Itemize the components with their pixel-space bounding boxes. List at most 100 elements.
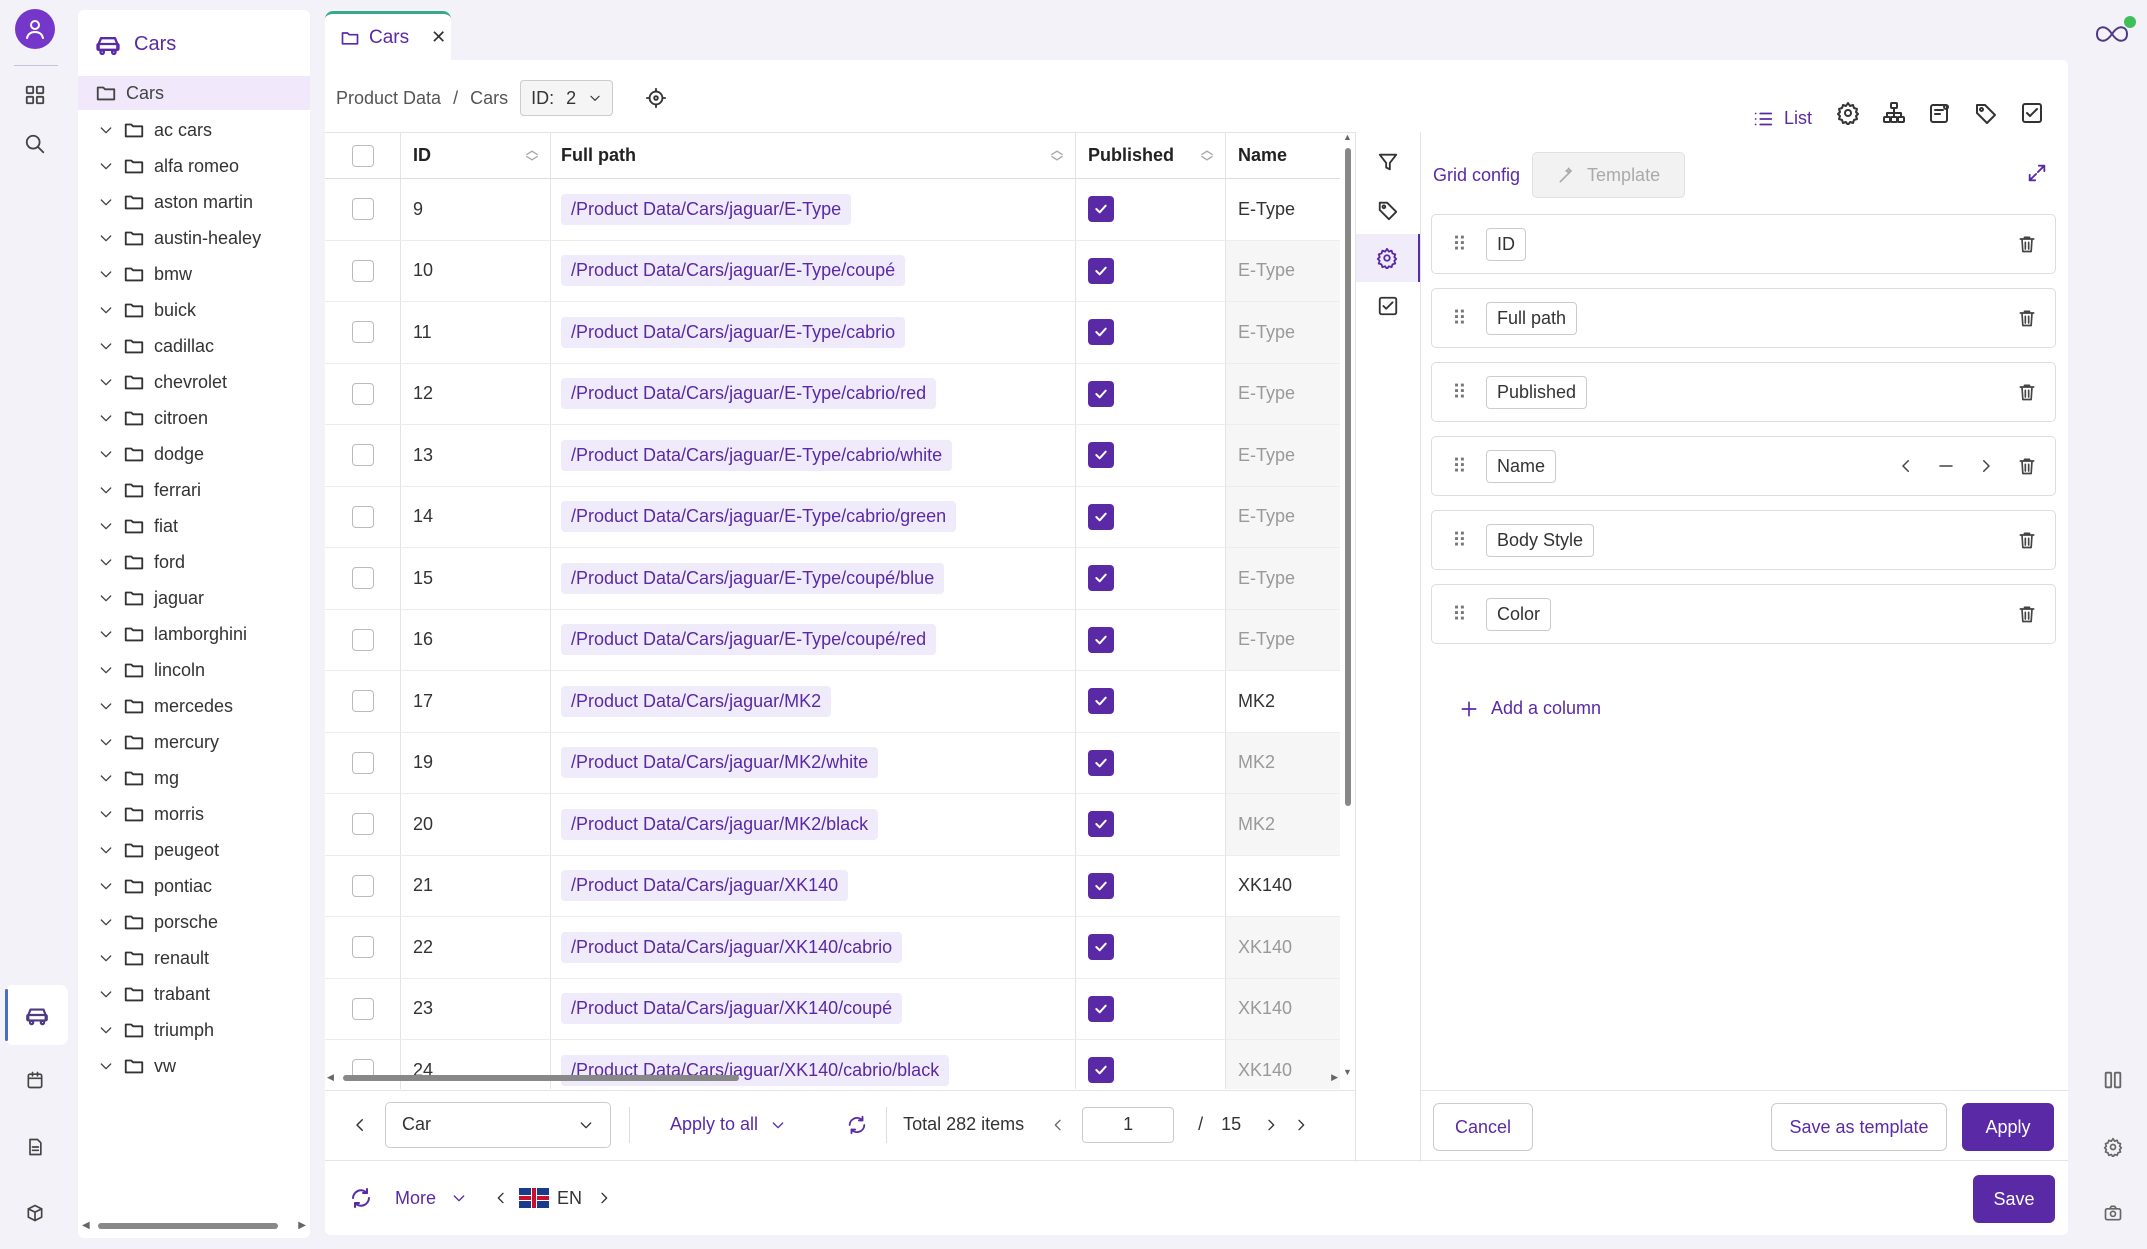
- tree-item[interactable]: dodge: [78, 436, 310, 472]
- column-header-name[interactable]: Name: [1226, 133, 1340, 178]
- path-link[interactable]: /Product Data/Cars/jaguar/MK2: [561, 685, 832, 717]
- id-selector[interactable]: ID: 2: [520, 80, 614, 116]
- path-link[interactable]: /Product Data/Cars/jaguar/XK140/cabrio: [561, 931, 903, 963]
- name-cell[interactable]: E-Type: [1226, 425, 1340, 486]
- table-row[interactable]: 10/Product Data/Cars/jaguar/E-Type/coupé…: [325, 240, 1340, 302]
- published-checkbox[interactable]: [1088, 257, 1114, 284]
- select-all-checkbox[interactable]: [351, 144, 374, 167]
- trash-icon[interactable]: [2017, 234, 2037, 254]
- chevron-down-icon[interactable]: [98, 698, 114, 714]
- chevron-right-icon[interactable]: [1977, 457, 1995, 475]
- chevron-right-icon[interactable]: [1263, 1117, 1279, 1133]
- chevron-down-icon[interactable]: [98, 770, 114, 786]
- chevron-down-icon[interactable]: [98, 374, 114, 390]
- table-row[interactable]: 19/Product Data/Cars/jaguar/MK2/white MK2: [325, 732, 1340, 794]
- chevron-down-icon[interactable]: [98, 446, 114, 462]
- chevron-down-icon[interactable]: [98, 302, 114, 318]
- tree-item[interactable]: lamborghini: [78, 616, 310, 652]
- chevron-right-icon[interactable]: [596, 1190, 612, 1206]
- save-as-template-button[interactable]: Save as template: [1771, 1103, 1947, 1151]
- chevron-down-icon[interactable]: [98, 266, 114, 282]
- chevron-down-icon[interactable]: [98, 986, 114, 1002]
- published-checkbox[interactable]: [1088, 442, 1114, 469]
- row-checkbox[interactable]: [351, 505, 374, 528]
- grid-icon[interactable]: [15, 75, 55, 115]
- name-cell[interactable]: MK2: [1226, 732, 1340, 793]
- published-checkbox[interactable]: [1088, 811, 1114, 838]
- expand-icon[interactable]: [2026, 162, 2048, 189]
- camera-icon[interactable]: [2093, 1193, 2133, 1233]
- grid-config-tab[interactable]: [1356, 234, 1421, 282]
- tree-item[interactable]: alfa romeo: [78, 148, 310, 184]
- split-view-icon[interactable]: [2093, 1060, 2133, 1100]
- row-checkbox[interactable]: [351, 567, 374, 590]
- row-checkbox[interactable]: [351, 936, 374, 959]
- row-checkbox[interactable]: [351, 259, 374, 282]
- chevron-down-icon[interactable]: [98, 1058, 114, 1074]
- published-checkbox[interactable]: [1088, 995, 1114, 1022]
- sort-icon[interactable]: ︿ ﹀: [1201, 144, 1213, 168]
- table-row[interactable]: 14/Product Data/Cars/jaguar/E-Type/cabri…: [325, 486, 1340, 548]
- published-checkbox[interactable]: [1088, 196, 1114, 223]
- page-input[interactable]: 1: [1082, 1106, 1175, 1143]
- refresh-icon[interactable]: [846, 1114, 868, 1136]
- drag-handle-icon[interactable]: ⠿: [1432, 528, 1486, 553]
- chevron-down-icon[interactable]: [98, 338, 114, 354]
- tree-item[interactable]: lincoln: [78, 652, 310, 688]
- tree-item[interactable]: renault: [78, 940, 310, 976]
- row-checkbox[interactable]: [351, 198, 374, 221]
- sort-icon[interactable]: ︿ ﹀: [526, 144, 538, 168]
- chevron-left-icon[interactable]: [1050, 1117, 1066, 1133]
- language-code[interactable]: EN: [557, 1188, 582, 1209]
- filter-icon[interactable]: [1370, 144, 1406, 180]
- table-row[interactable]: 15/Product Data/Cars/jaguar/E-Type/coupé…: [325, 548, 1340, 610]
- config-column-row[interactable]: ⠿ Full path: [1431, 288, 2056, 348]
- tree-item[interactable]: porsche: [78, 904, 310, 940]
- chevron-left-icon[interactable]: [351, 1116, 369, 1134]
- tree-item[interactable]: fiat: [78, 508, 310, 544]
- close-icon[interactable]: ✕: [431, 27, 446, 48]
- drag-handle-icon[interactable]: ⠿: [1432, 306, 1486, 331]
- add-column-button[interactable]: Add a column: [1459, 698, 1601, 719]
- grid-horizontal-scrollbar[interactable]: ◀ ▶: [325, 1070, 1340, 1086]
- tree-item[interactable]: mercury: [78, 724, 310, 760]
- column-header-id[interactable]: ID ︿ ﹀: [401, 133, 551, 178]
- path-link[interactable]: /Product Data/Cars/jaguar/E-Type: [561, 193, 852, 225]
- table-row[interactable]: 9/Product Data/Cars/jaguar/E-Type E-Type: [325, 179, 1340, 241]
- class-select[interactable]: Car: [385, 1101, 611, 1148]
- tree-item[interactable]: pontiac: [78, 868, 310, 904]
- tree-item[interactable]: mg: [78, 760, 310, 796]
- chevron-down-icon[interactable]: [98, 590, 114, 606]
- tree-root-item[interactable]: Cars: [78, 76, 310, 110]
- tree-item[interactable]: ferrari: [78, 472, 310, 508]
- published-checkbox[interactable]: [1088, 380, 1114, 407]
- config-column-row[interactable]: ⠿ Published: [1431, 362, 2056, 422]
- save-button[interactable]: Save: [1973, 1175, 2055, 1223]
- column-header-published[interactable]: Published ︿ ﹀: [1076, 133, 1226, 178]
- tree-item[interactable]: morris: [78, 796, 310, 832]
- tree-item[interactable]: trabant: [78, 976, 310, 1012]
- name-cell[interactable]: MK2: [1226, 671, 1340, 732]
- tree-item[interactable]: cadillac: [78, 328, 310, 364]
- chevron-down-icon[interactable]: [98, 806, 114, 822]
- chevron-down-icon[interactable]: [98, 626, 114, 642]
- tree-item[interactable]: ford: [78, 544, 310, 580]
- tree-item[interactable]: buick: [78, 292, 310, 328]
- drag-handle-icon[interactable]: ⠿: [1432, 602, 1486, 627]
- gear-icon[interactable]: [1836, 101, 1860, 125]
- config-column-row[interactable]: ⠿ Body Style: [1431, 510, 2056, 570]
- path-link[interactable]: /Product Data/Cars/jaguar/E-Type/coupé/b…: [561, 562, 945, 594]
- row-checkbox[interactable]: [351, 444, 374, 467]
- more-button[interactable]: More: [395, 1188, 467, 1209]
- table-row[interactable]: 23/Product Data/Cars/jaguar/XK140/coupé X…: [325, 978, 1340, 1040]
- workflow-icon[interactable]: [2020, 101, 2044, 125]
- path-link[interactable]: /Product Data/Cars/jaguar/MK2/white: [561, 747, 879, 779]
- table-row[interactable]: 13/Product Data/Cars/jaguar/E-Type/cabri…: [325, 425, 1340, 487]
- tree-item[interactable]: austin-healey: [78, 220, 310, 256]
- tree-item[interactable]: mercedes: [78, 688, 310, 724]
- path-link[interactable]: /Product Data/Cars/jaguar/E-Type/coupé: [561, 255, 906, 287]
- published-checkbox[interactable]: [1088, 503, 1114, 530]
- table-row[interactable]: 11/Product Data/Cars/jaguar/E-Type/cabri…: [325, 302, 1340, 364]
- user-icon[interactable]: [15, 9, 55, 49]
- row-checkbox[interactable]: [351, 321, 374, 344]
